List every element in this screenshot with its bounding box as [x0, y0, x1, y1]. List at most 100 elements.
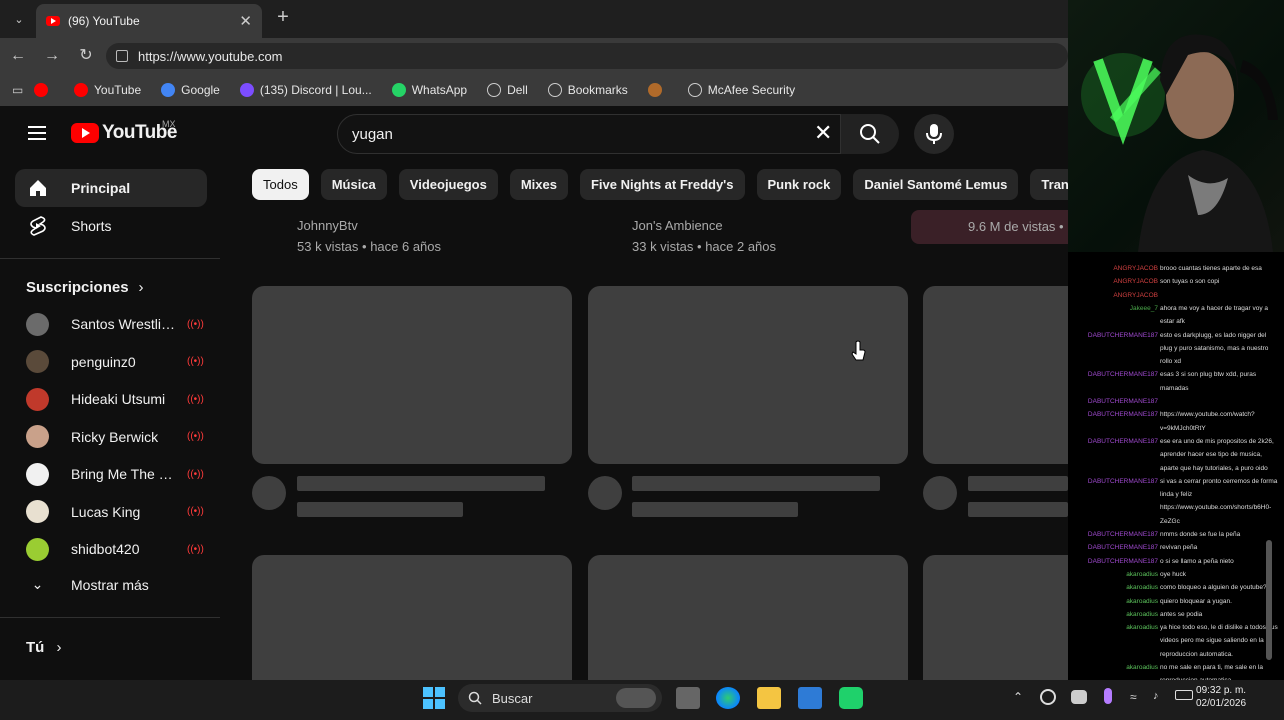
task-view-icon[interactable] [676, 687, 700, 709]
bookmark-item[interactable] [647, 83, 668, 97]
title-placeholder [632, 476, 880, 491]
subscription-item[interactable]: Bring Me The Ho... ((•)) [26, 457, 206, 491]
forward-icon[interactable]: → [42, 46, 62, 66]
show-more-button[interactable]: ⌄ Mostrar más [26, 576, 149, 593]
system-clock[interactable]: 09:32 p. m. 02/01/2026 [1196, 684, 1246, 710]
chat-username: DABUTCHERMANE187 [1087, 557, 1158, 565]
chat-message: nmms donde se fue la peña [1160, 531, 1241, 538]
site-info-icon[interactable] [116, 50, 128, 62]
tab-list-icon[interactable]: ⌄ [8, 8, 30, 30]
chip-0[interactable]: Todos [252, 169, 309, 200]
bookmark-item[interactable]: Dell [487, 83, 528, 97]
bookmark-label: Dell [507, 83, 528, 97]
bookmark-icon [647, 83, 662, 97]
new-tab-icon[interactable]: + [272, 6, 294, 28]
subscription-item[interactable]: Lucas King ((•)) [26, 495, 206, 529]
subscriptions-heading[interactable]: Suscripciones › [26, 279, 144, 296]
chip-6[interactable]: Daniel Santomé Lemus [853, 169, 1019, 200]
subscription-item[interactable]: Hideaki Utsumi ((•)) [26, 382, 206, 416]
sidebar-item-shorts[interactable]: Shorts [15, 207, 207, 245]
chat-username: ANGRYJACOB [1113, 291, 1158, 299]
tray-app-icon[interactable] [1071, 690, 1087, 704]
chat-line: ANGRYJACOB [1068, 292, 1284, 300]
bookmark-item[interactable] [34, 83, 54, 97]
taskbar-search[interactable]: Buscar [458, 684, 662, 712]
chat-username: akaroadius [1126, 584, 1158, 592]
bookmark-item[interactable]: Bookmarks [547, 83, 628, 97]
chat-scrollbar[interactable] [1266, 540, 1272, 660]
show-hidden-icons-icon[interactable]: ⌃ [1013, 690, 1023, 704]
chat-message: esas 3 si son plug btw xdd, puras [1160, 371, 1257, 379]
chip-4[interactable]: Five Nights at Freddy's [579, 169, 745, 200]
bookmark-label: McAfee Security [707, 83, 796, 97]
subscription-item[interactable]: Ricky Berwick ((•)) [26, 420, 206, 454]
chat-message: quiero bloquear a yugan. [1160, 597, 1232, 605]
chip-7[interactable]: Transfon [1030, 169, 1068, 200]
bookmark-item[interactable]: YouTube [74, 83, 141, 97]
wifi-icon[interactable]: ≈ [1130, 690, 1137, 704]
youtube-play-icon [71, 123, 99, 143]
live-icon: ((•)) [187, 356, 204, 367]
video-thumbnail-placeholder [588, 286, 908, 464]
chat-username: akaroadius [1126, 610, 1158, 618]
sync-icon[interactable] [1040, 689, 1056, 705]
volume-icon[interactable]: ♪ [1153, 690, 1159, 702]
file-explorer-icon[interactable] [757, 687, 781, 709]
avatar [26, 500, 49, 523]
subscription-item[interactable]: penguinz0 ((•)) [26, 345, 206, 379]
bookmark-item[interactable]: WhatsApp [391, 83, 468, 97]
chat-username: DABUTCHERMANE187 [1087, 398, 1158, 405]
video-stats: 9.6 M de vistas • [911, 210, 1068, 244]
chat-message: antes se podia [1160, 610, 1203, 618]
search-input[interactable]: yugan [337, 114, 841, 154]
bookmark-item[interactable]: Google [161, 83, 220, 97]
webcam-overlay [1068, 0, 1284, 252]
youtube-icon [34, 83, 48, 97]
close-tab-icon[interactable]: ✕ [239, 12, 252, 30]
reload-icon[interactable]: ↻ [76, 46, 96, 66]
back-icon[interactable]: ← [8, 46, 28, 66]
reading-list-icon[interactable]: ▭ [0, 83, 34, 97]
video-channel[interactable]: JohnnyBtv [297, 218, 358, 233]
chat-line: akaroadius quiero bloquear a yugan. [1068, 598, 1284, 606]
chip-3[interactable]: Mixes [509, 169, 568, 200]
chat-line: ANGRYJACOB son tuyas o son copi [1068, 278, 1284, 286]
chat-line: reproduccion automatica. [1068, 651, 1284, 659]
bookmark-item[interactable]: (135) Discord | Lou... [239, 83, 372, 97]
chat-message: no me sale en para ti, me sale en la [1160, 664, 1263, 671]
battery-icon[interactable] [1175, 690, 1193, 700]
title-placeholder [297, 476, 545, 491]
browser-tab[interactable]: (96) YouTube ✕ [36, 4, 262, 38]
microphone-icon [926, 124, 942, 144]
clear-search-icon[interactable]: ✕ [814, 122, 832, 144]
bookmark-label: WhatsApp [411, 83, 468, 97]
chip-1[interactable]: Música [320, 169, 387, 200]
subscription-item[interactable]: shidbot420 ((•)) [26, 532, 206, 566]
meta-placeholder [297, 502, 463, 517]
stream-chat: ANGRYJACOB brooo cuantas tienes aparte de… [1068, 252, 1284, 680]
chat-message: ese era uno de mis propositos de 2k26, [1160, 437, 1274, 445]
avatar-placeholder [588, 476, 622, 510]
chat-message: ya hice todo eso, le di dislike a todos … [1160, 624, 1278, 632]
edge-browser-icon[interactable] [716, 687, 740, 709]
address-bar[interactable]: https://www.youtube.com [106, 43, 1068, 69]
microphone-tray-icon[interactable] [1104, 688, 1112, 704]
subscription-item[interactable]: Santos Wrestling... ((•)) [26, 307, 206, 341]
video-channel[interactable]: Jon's Ambience [632, 218, 723, 233]
you-section-heading[interactable]: Tú › [26, 639, 62, 656]
video-thumbnail-placeholder [923, 555, 1068, 680]
streaming-app-icon[interactable] [839, 687, 863, 709]
bookmark-item[interactable]: McAfee Security [687, 83, 796, 97]
voice-search-button[interactable] [914, 114, 954, 154]
sidebar-item-home[interactable]: Principal [15, 169, 207, 207]
chip-5[interactable]: Punk rock [756, 169, 842, 200]
microsoft-store-icon[interactable] [798, 687, 822, 709]
clock-date: 02/01/2026 [1196, 698, 1247, 709]
chip-2[interactable]: Videojuegos [398, 169, 498, 200]
chat-line: v=9kMJch0tRtY [1068, 425, 1284, 433]
search-button[interactable] [841, 114, 899, 154]
chat-line: videos pero me sigue saliendo en la [1068, 637, 1284, 645]
menu-icon[interactable] [28, 126, 46, 140]
windows-start-icon[interactable] [422, 686, 446, 710]
mouse-cursor-icon [851, 340, 866, 361]
